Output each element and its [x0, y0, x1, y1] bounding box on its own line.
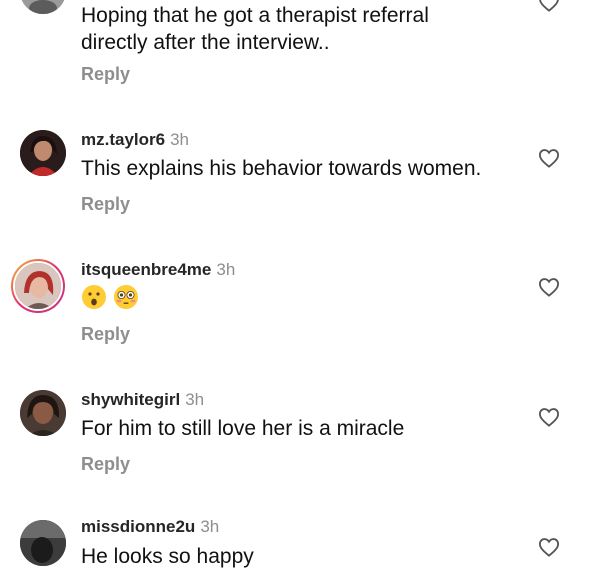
reply-button[interactable]: Reply: [81, 194, 130, 215]
username-link[interactable]: itsqueenbre4me: [81, 260, 211, 279]
timestamp: 3h: [200, 517, 220, 536]
avatar-image: [20, 130, 66, 176]
username-link[interactable]: missdionne2u: [81, 517, 195, 536]
avatar-image: [15, 263, 61, 309]
comment-text: He looks so happy: [81, 545, 254, 568]
avatar[interactable]: [20, 390, 66, 436]
comment-header: missdionne2u 3h: [81, 517, 219, 537]
comment-item: missdionne2u 3h He looks so happy: [0, 515, 595, 575]
comment-header: shywhitegirl 3h: [81, 390, 204, 410]
comment-text-line-1: Hoping that he got a therapist referral: [81, 4, 429, 27]
reply-button[interactable]: Reply: [81, 64, 130, 85]
username-link[interactable]: shywhitegirl: [81, 390, 180, 409]
avatar-image: [20, 390, 66, 436]
avatar: [13, 261, 63, 311]
heart-outline-icon[interactable]: [538, 148, 560, 168]
timestamp: 3h: [185, 390, 205, 409]
heart-outline-icon[interactable]: [538, 277, 560, 297]
reply-button[interactable]: Reply: [81, 454, 130, 475]
comment-emojis: [81, 283, 145, 311]
comment-text: This explains his behavior towards women…: [81, 157, 482, 180]
comment-item: itsqueenbre4me 3h Reply: [0, 255, 595, 365]
heart-outline-icon[interactable]: [538, 537, 560, 557]
avatar-image: [20, 0, 66, 14]
comment-item: mz.taylor6 3h This explains his behavior …: [0, 125, 595, 235]
comment-header: mz.taylor6 3h: [81, 130, 189, 150]
timestamp: 3h: [216, 260, 236, 279]
reply-button[interactable]: Reply: [81, 324, 130, 345]
heart-outline-icon[interactable]: [538, 0, 560, 12]
avatar-story-ring[interactable]: [11, 259, 65, 313]
flushed-face-emoji: [114, 285, 138, 310]
comment-item: Hoping that he got a therapist referral …: [0, 0, 595, 100]
avatar-image: [20, 520, 66, 566]
comment-text: For him to still love her is a miracle: [81, 417, 405, 440]
avatar[interactable]: [20, 0, 66, 14]
username-link[interactable]: mz.taylor6: [81, 130, 165, 149]
hushed-face-emoji: [82, 285, 106, 310]
heart-outline-icon[interactable]: [538, 407, 560, 427]
comment-item: shywhitegirl 3h For him to still love her…: [0, 385, 595, 495]
comment-header: itsqueenbre4me 3h: [81, 260, 235, 280]
avatar[interactable]: [20, 520, 66, 566]
timestamp: 3h: [170, 130, 190, 149]
avatar[interactable]: [20, 130, 66, 176]
comment-text-line-2: directly after the interview..: [81, 31, 330, 54]
